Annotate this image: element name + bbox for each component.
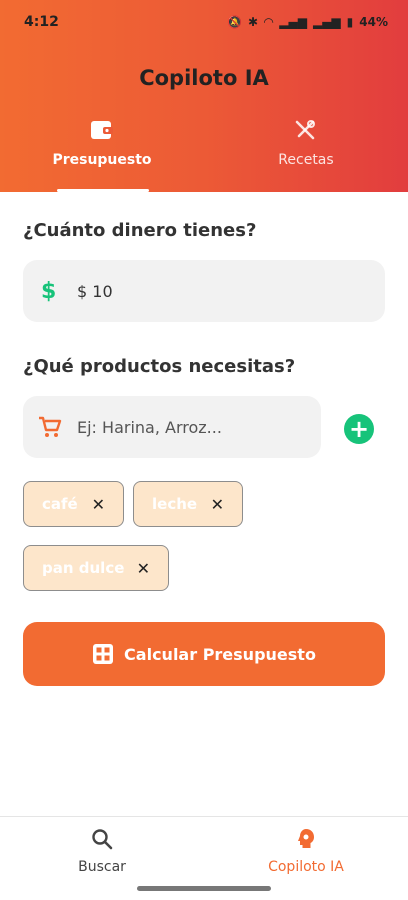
tab-label: Presupuesto (52, 152, 152, 168)
search-icon (92, 829, 113, 850)
wallet-icon (91, 121, 113, 139)
dollar-icon: $ (41, 278, 57, 304)
calculator-icon (93, 644, 114, 664)
battery-level: 44% (359, 15, 388, 29)
signal-icon-2: ▂▄▆ (312, 15, 341, 29)
mute-icon: 🔕 (227, 15, 242, 29)
nav-label: Copiloto IA (268, 859, 344, 875)
close-icon[interactable]: ✕ (211, 495, 224, 514)
status-bar: 4:12 🔕 ✱ ◠ ▂▄▆ ▂▄▆ ▮ 44% (0, 0, 408, 44)
nav-item-copiloto[interactable]: Copiloto IA (204, 827, 408, 875)
app-title: Copiloto IA (139, 66, 269, 90)
active-tab-indicator (57, 189, 149, 192)
product-chip: leche ✕ (133, 481, 243, 527)
signal-icon: ▂▄▆ (279, 15, 307, 29)
product-input-placeholder: Ej: Harina, Arroz... (77, 417, 222, 437)
close-icon[interactable]: ✕ (137, 559, 150, 578)
brain-icon (298, 829, 314, 848)
nav-item-buscar[interactable]: Buscar (0, 827, 204, 875)
money-field[interactable]: $ $ 10 (23, 260, 385, 322)
add-product-button[interactable]: + (344, 414, 374, 444)
product-input[interactable]: Ej: Harina, Arroz... (23, 396, 321, 458)
status-time: 4:12 (24, 14, 59, 30)
money-value: $ 10 (77, 281, 113, 301)
status-icons: 🔕 ✱ ◠ ▂▄▆ ▂▄▆ ▮ 44% (227, 15, 388, 29)
close-icon[interactable]: ✕ (92, 495, 105, 514)
tab-bar: Presupuesto Recetas (0, 118, 408, 192)
utensils-icon (295, 120, 315, 140)
product-chip: pan dulce ✕ (23, 545, 169, 591)
tab-label: Recetas (278, 152, 334, 168)
battery-icon: ▮ (346, 15, 354, 29)
calculate-button-label: Calcular Presupuesto (124, 644, 316, 664)
plus-icon: + (348, 415, 370, 443)
nav-label: Buscar (78, 859, 126, 875)
chip-label: leche (152, 495, 198, 513)
wifi-icon: ◠ (264, 15, 274, 29)
home-indicator (137, 886, 271, 891)
money-question: ¿Cuánto dinero tienes? (23, 220, 257, 241)
app-header: 4:12 🔕 ✱ ◠ ▂▄▆ ▂▄▆ ▮ 44% Copiloto IA Pre… (0, 0, 408, 192)
bluetooth-icon: ✱ (247, 15, 259, 29)
calculate-budget-button[interactable]: Calcular Presupuesto (23, 622, 385, 686)
product-chip: café ✕ (23, 481, 124, 527)
tab-recetas[interactable]: Recetas (204, 118, 408, 192)
chip-label: pan dulce (42, 559, 125, 577)
chip-label: café (42, 495, 78, 513)
products-question: ¿Qué productos necesitas? (23, 356, 296, 377)
tab-presupuesto[interactable]: Presupuesto (0, 118, 204, 192)
cart-icon (39, 416, 62, 437)
